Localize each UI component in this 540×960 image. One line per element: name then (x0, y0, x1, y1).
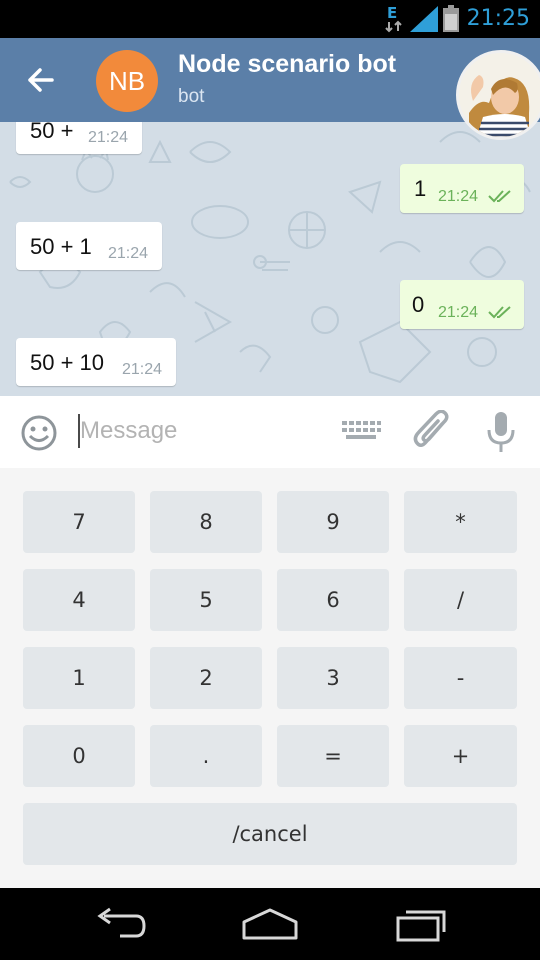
key-0[interactable]: 0 (23, 725, 135, 787)
message-text: 50 + 1 (30, 234, 92, 259)
message-text: 50 + 10 (30, 350, 105, 375)
key-decimal[interactable]: . (150, 725, 262, 787)
bot-reply-keyboard: 7 8 9 * 4 5 6 / 1 2 3 - 0 . = + /cancel (0, 468, 540, 888)
message-input[interactable] (80, 412, 320, 450)
message-bubble-incoming[interactable]: 50 + 21:24 (16, 122, 142, 154)
nav-back-icon[interactable] (92, 906, 148, 944)
status-bar: E 21:25 (0, 0, 540, 38)
message-bubble-incoming[interactable]: 50 + 1 21:24 (16, 222, 162, 270)
message-bubble-outgoing[interactable]: 0 21:24 (400, 280, 524, 329)
key-2[interactable]: 2 (150, 647, 262, 709)
key-5[interactable]: 5 (150, 569, 262, 631)
double-check-icon (488, 306, 511, 319)
message-time: 21:24 (122, 361, 163, 378)
key-6[interactable]: 6 (277, 569, 389, 631)
emoji-icon[interactable] (20, 414, 58, 452)
bot-avatar[interactable]: NB (96, 50, 158, 112)
message-input-bar (0, 396, 540, 468)
key-divide[interactable]: / (404, 569, 517, 631)
chat-subtitle: bot (178, 86, 205, 107)
bot-keyboard-icon[interactable] (340, 418, 382, 446)
message-time: 21:24 (438, 304, 479, 321)
key-multiply[interactable]: * (404, 491, 517, 553)
message-time: 21:24 (88, 129, 129, 146)
message-bubble-outgoing[interactable]: 1 21:24 (400, 164, 524, 213)
double-check-icon (488, 190, 511, 203)
key-equals[interactable]: = (277, 725, 389, 787)
profile-photo-image (459, 53, 540, 137)
battery-icon (443, 5, 459, 32)
system-nav-bar (0, 888, 540, 960)
signal-icon (410, 6, 438, 32)
key-7[interactable]: 7 (23, 491, 135, 553)
key-9[interactable]: 9 (277, 491, 389, 553)
message-bubble-incoming[interactable]: 50 + 10 21:24 (16, 338, 176, 386)
key-plus[interactable]: + (404, 725, 517, 787)
message-text: 50 + (30, 122, 74, 143)
nav-home-icon[interactable] (240, 906, 300, 942)
key-1[interactable]: 1 (23, 647, 135, 709)
user-profile-photo[interactable] (456, 50, 540, 140)
key-cancel[interactable]: /cancel (23, 803, 517, 865)
key-3[interactable]: 3 (277, 647, 389, 709)
key-8[interactable]: 8 (150, 491, 262, 553)
message-time: 21:24 (108, 245, 149, 262)
status-time: 21:25 (466, 6, 530, 31)
network-type-label: E (387, 4, 397, 22)
message-text: 1 (414, 176, 427, 201)
message-text: 0 (412, 292, 425, 317)
nav-recent-apps-icon[interactable] (394, 904, 450, 944)
key-4[interactable]: 4 (23, 569, 135, 631)
chat-title[interactable]: Node scenario bot (178, 50, 396, 79)
data-transfer-icon: E (385, 4, 402, 33)
chat-area[interactable]: 50 + 21:24 1 21:24 50 + 1 21:24 0 21:24 … (0, 122, 540, 396)
back-arrow-icon[interactable] (20, 58, 64, 102)
microphone-icon[interactable] (484, 410, 518, 454)
key-minus[interactable]: - (404, 647, 517, 709)
attach-icon[interactable] (412, 410, 452, 454)
message-time: 21:24 (438, 188, 479, 205)
